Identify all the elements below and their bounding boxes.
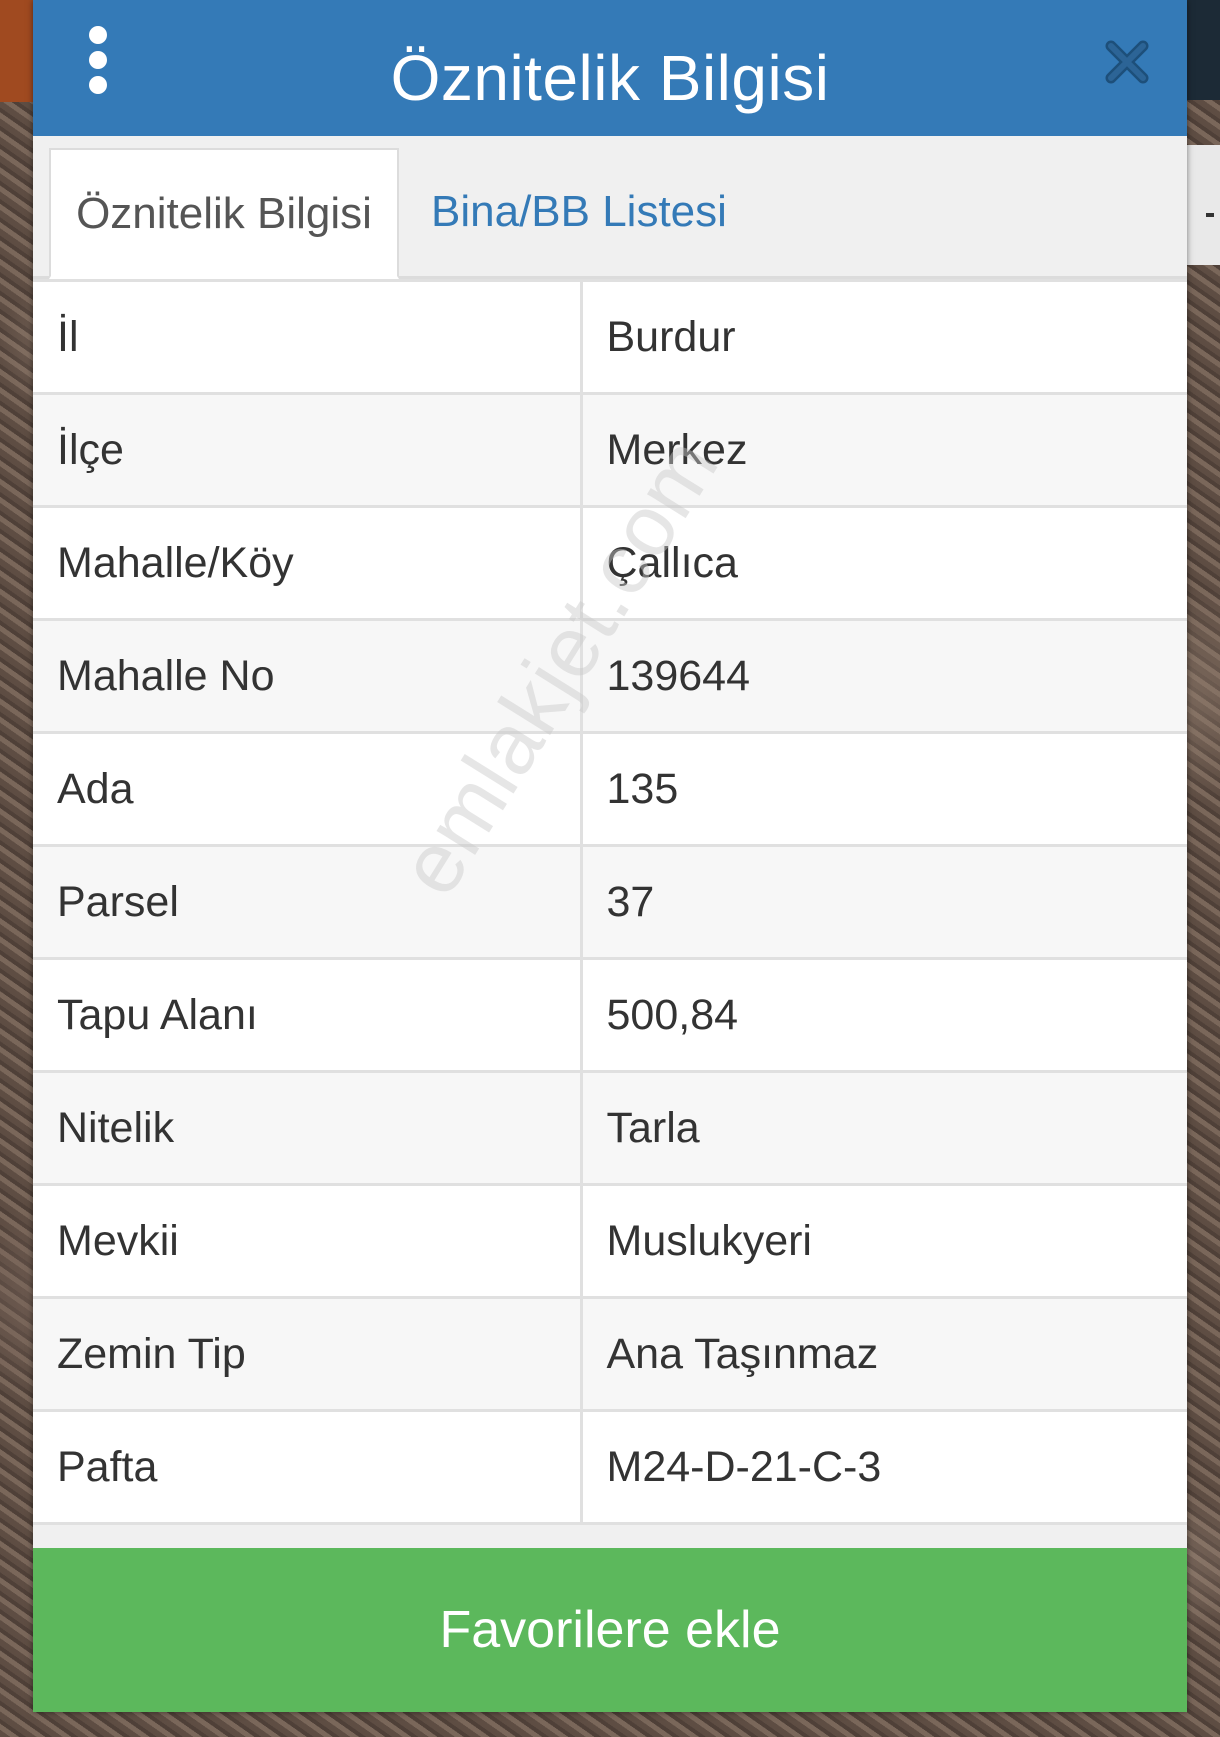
attribute-value: 500,84 — [579, 957, 1187, 1073]
attribute-value: Merkez — [579, 392, 1187, 508]
close-icon[interactable] — [1103, 38, 1151, 86]
table-row: İlçe Merkez — [33, 392, 1187, 508]
attribute-key: Mahalle No — [33, 618, 583, 734]
table-row: Mevkii Muslukyeri — [33, 1183, 1187, 1299]
attribute-value: Burdur — [579, 279, 1187, 395]
table-row: Mahalle No 139644 — [33, 618, 1187, 734]
attribute-key: Mevkii — [33, 1183, 583, 1299]
attribute-value: Muslukyeri — [579, 1183, 1187, 1299]
attribute-value: Tarla — [579, 1070, 1187, 1186]
dialog-title: Öznitelik Bilgisi — [390, 42, 830, 114]
table-row: Ada 135 — [33, 731, 1187, 847]
attribute-key: İl — [33, 279, 583, 395]
table-row: Nitelik Tarla — [33, 1070, 1187, 1186]
attribute-key: Tapu Alanı — [33, 957, 583, 1073]
table-row: İl Burdur — [33, 279, 1187, 395]
attribute-value: 135 — [579, 731, 1187, 847]
add-to-favorites-button[interactable]: Favorilere ekle — [33, 1548, 1187, 1712]
attribute-key: Ada — [33, 731, 583, 847]
table-row: Tapu Alanı 500,84 — [33, 957, 1187, 1073]
table-row: Mahalle/Köy Çallıca — [33, 505, 1187, 621]
attribute-key: Zemin Tip — [33, 1296, 583, 1412]
dialog-header: Öznitelik Bilgisi — [33, 0, 1187, 136]
map-control[interactable] — [1185, 145, 1220, 265]
tab-bar: Öznitelik Bilgisi Bina/BB Listesi — [33, 136, 1187, 279]
attribute-value: 37 — [579, 844, 1187, 960]
attribute-value: Çallıca — [579, 505, 1187, 621]
attribute-dialog: Öznitelik Bilgisi Öznitelik Bilgisi Bina… — [33, 0, 1187, 1712]
tab-building-list[interactable]: Bina/BB Listesi — [431, 148, 727, 276]
attribute-table: İl Burdur İlçe Merkez Mahalle/Köy Çallıca Maha… — [33, 279, 1187, 1525]
table-row: Parsel 37 — [33, 844, 1187, 960]
attribute-key: İlçe — [33, 392, 583, 508]
table-row: Zemin Tip Ana Taşınmaz — [33, 1296, 1187, 1412]
tab-attributes[interactable]: Öznitelik Bilgisi — [49, 148, 399, 279]
attribute-key: Nitelik — [33, 1070, 583, 1186]
attribute-value: Ana Taşınmaz — [579, 1296, 1187, 1412]
table-row: Pafta M24-D-21-C-3 — [33, 1409, 1187, 1525]
map-edge-right — [1184, 0, 1220, 100]
attribute-key: Parsel — [33, 844, 583, 960]
attribute-key: Pafta — [33, 1409, 583, 1525]
attribute-key: Mahalle/Köy — [33, 505, 583, 621]
attribute-value: M24-D-21-C-3 — [579, 1409, 1187, 1525]
attribute-value: 139644 — [579, 618, 1187, 734]
